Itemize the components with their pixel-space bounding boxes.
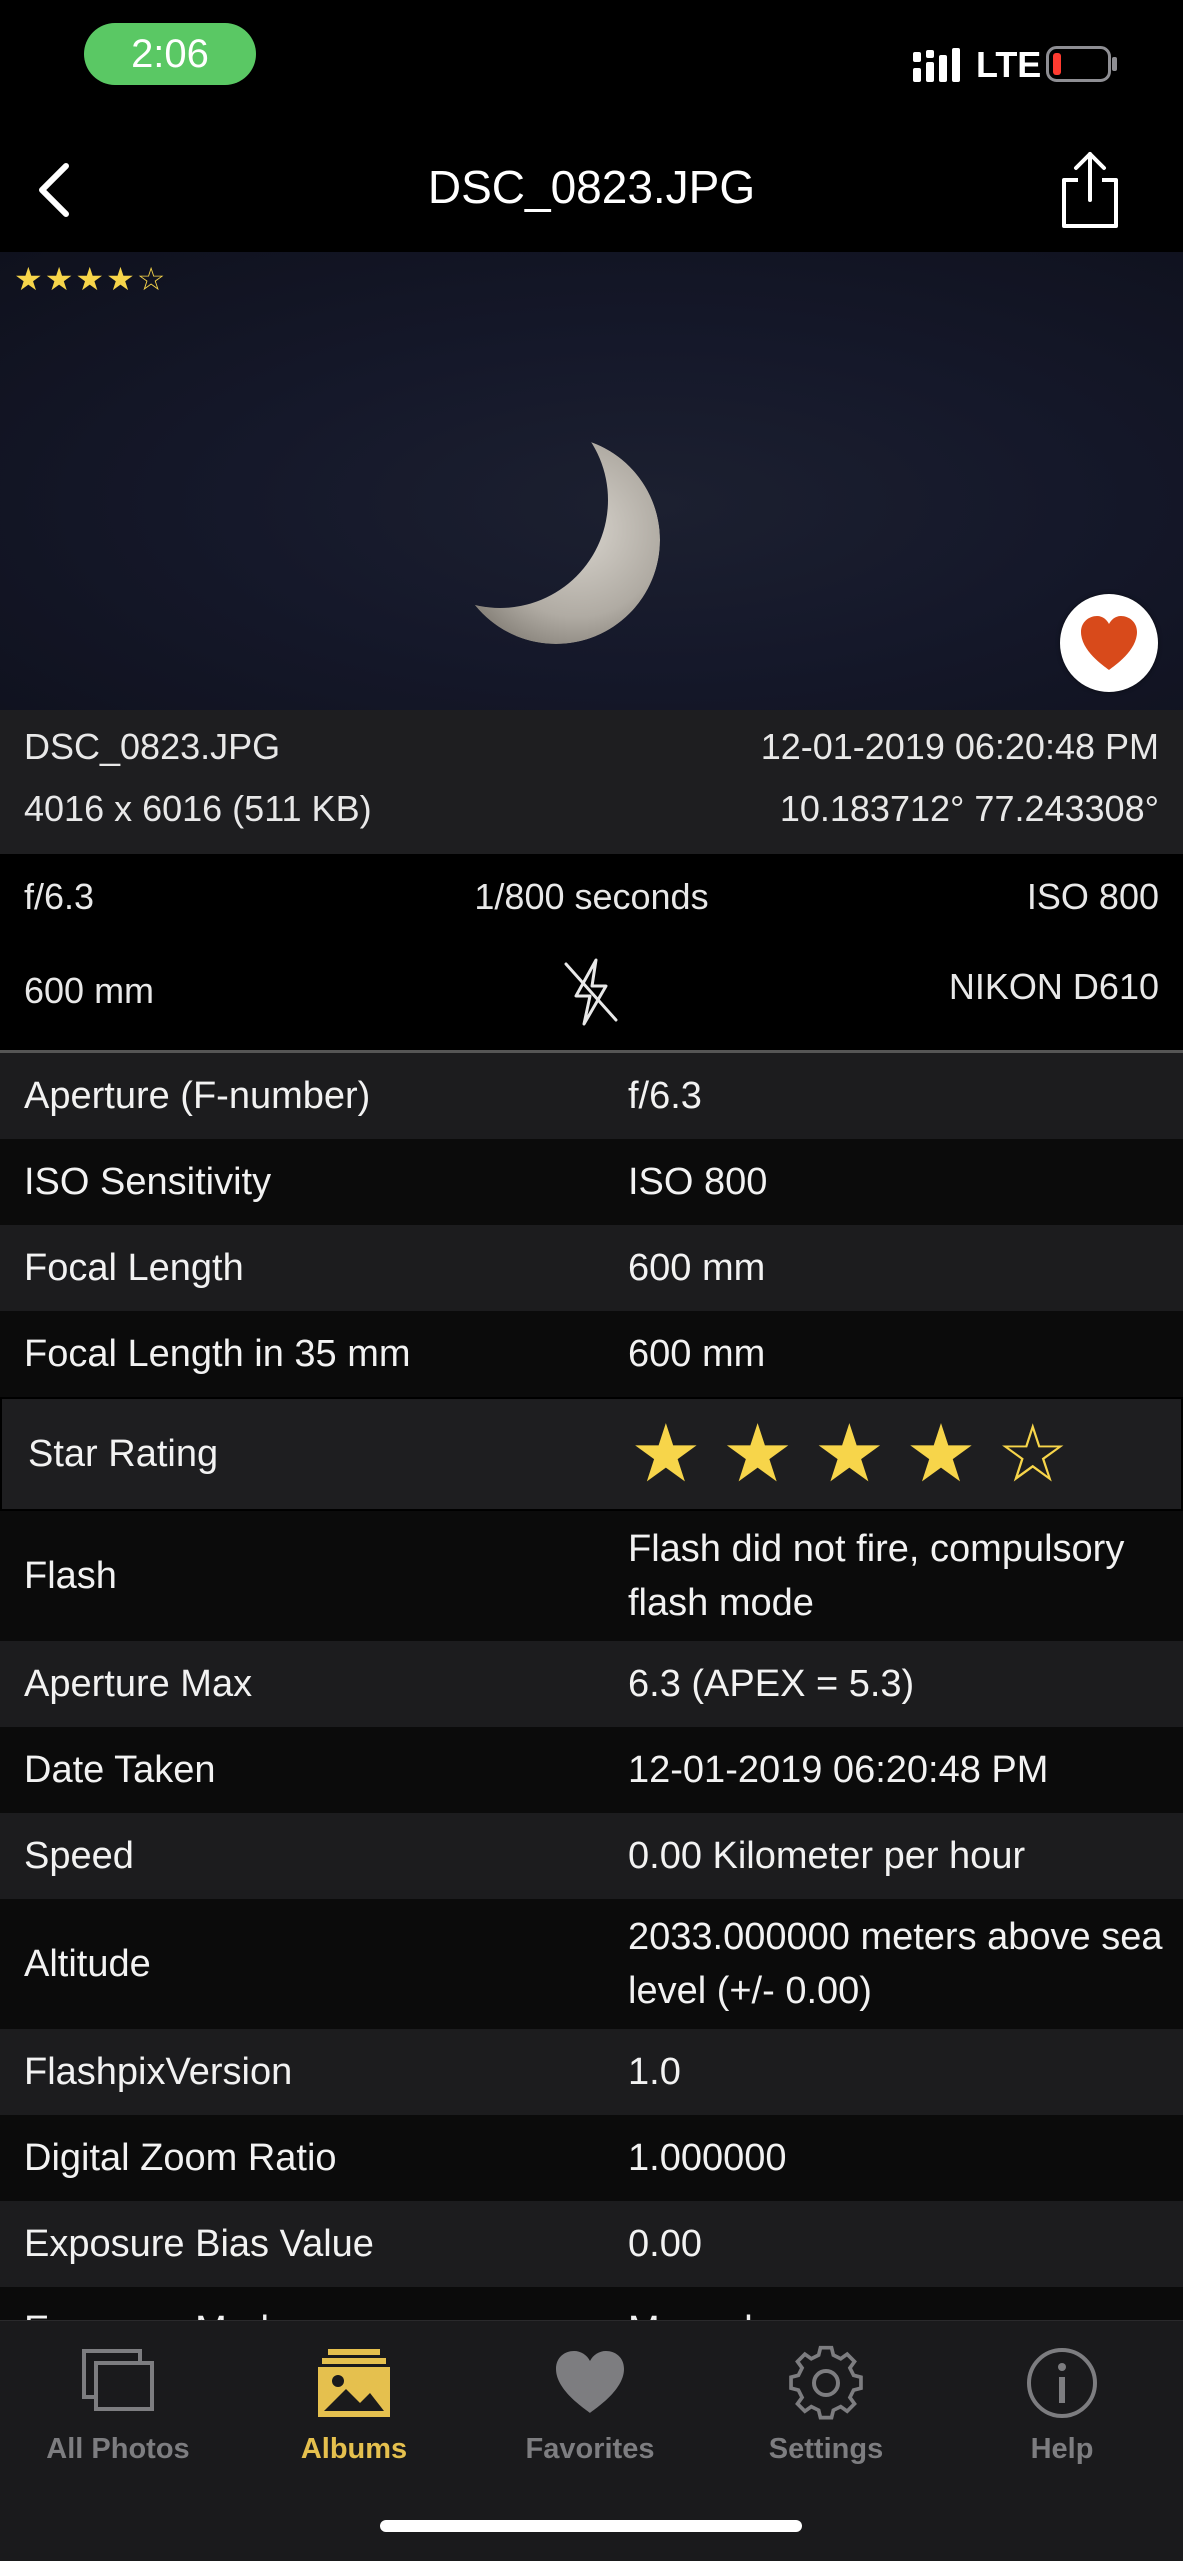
favorite-button[interactable] bbox=[1060, 594, 1158, 692]
detail-label: Digital Zoom Ratio bbox=[24, 2136, 337, 2179]
star-rating-control[interactable]: ★ ★ ★ ★ ☆ bbox=[630, 1399, 1161, 1509]
detail-label: Exposure Bias Value bbox=[24, 2222, 374, 2265]
file-info: DSC_0823.JPG 12-01-2019 06:20:48 PM 4016… bbox=[0, 710, 1183, 854]
tab-all-photos[interactable]: All Photos bbox=[0, 2321, 236, 2481]
star-filled-icon[interactable]: ★ bbox=[722, 1414, 794, 1494]
detail-value: 0.00 bbox=[628, 2223, 702, 2265]
detail-label: Date Taken bbox=[24, 1748, 216, 1791]
quick-iso: ISO 800 bbox=[1026, 876, 1159, 917]
detail-label: Star Rating bbox=[28, 1432, 219, 1475]
detail-label: Aperture Max bbox=[24, 1662, 253, 1705]
tab-albums[interactable]: Albums bbox=[236, 2321, 472, 2481]
quick-exif: f/6.3 1/800 seconds ISO 800 600 mm NIKON… bbox=[0, 854, 1183, 1053]
detail-label: Flash bbox=[24, 1554, 117, 1597]
quick-shutter: 1/800 seconds bbox=[474, 876, 709, 917]
flash-off-icon bbox=[564, 958, 618, 1026]
detail-row-star-rating: Star Rating ★ ★ ★ ★ ☆ bbox=[0, 1397, 1183, 1511]
star-filled-icon[interactable]: ★ bbox=[905, 1414, 977, 1494]
quick-camera-model: NIKON D610 bbox=[948, 966, 1159, 1007]
detail-label: FlashpixVersion bbox=[24, 2050, 293, 2093]
photos-icon bbox=[82, 2349, 154, 2411]
photo-star-rating: ★★★★☆ bbox=[14, 261, 168, 297]
detail-value: 600 mm bbox=[628, 1247, 766, 1289]
tab-label: Albums bbox=[300, 2433, 408, 2465]
detail-row-aperture: Aperture (F-number) f/6.3 bbox=[0, 1053, 1183, 1139]
detail-value: 1.0 bbox=[628, 2051, 681, 2093]
detail-value: ISO 800 bbox=[628, 1161, 768, 1203]
detail-row-flashpix-version: FlashpixVersion 1.0 bbox=[0, 2029, 1183, 2115]
albums-icon bbox=[318, 2349, 390, 2417]
tab-label: Settings bbox=[768, 2433, 884, 2465]
detail-label: Speed bbox=[24, 1834, 134, 1877]
moon-image bbox=[452, 436, 660, 644]
file-dimensions: 4016 x 6016 (511 KB) bbox=[24, 788, 372, 829]
file-datetime: 12-01-2019 06:20:48 PM bbox=[760, 726, 1159, 767]
detail-value: 0.00 Kilometer per hour bbox=[628, 1835, 1026, 1877]
detail-value: 6.3 (APEX = 5.3) bbox=[628, 1663, 915, 1705]
detail-row-aperture-max: Aperture Max 6.3 (APEX = 5.3) bbox=[0, 1641, 1183, 1727]
page-title: DSC_0823.JPG bbox=[427, 161, 756, 213]
detail-row-speed: Speed 0.00 Kilometer per hour bbox=[0, 1813, 1183, 1899]
detail-row-focal-length-35mm: Focal Length in 35 mm 600 mm bbox=[0, 1311, 1183, 1397]
signal-icon bbox=[913, 48, 960, 82]
detail-row-digital-zoom: Digital Zoom Ratio 1.000000 bbox=[0, 2115, 1183, 2201]
detail-row-exposure-bias: Exposure Bias Value 0.00 bbox=[0, 2201, 1183, 2287]
star-empty-icon[interactable]: ☆ bbox=[997, 1414, 1069, 1494]
detail-value: 1.000000 bbox=[628, 2137, 787, 2179]
detail-label: ISO Sensitivity bbox=[24, 1160, 272, 1203]
detail-value: 2033.000000 meters above sea level (+/- … bbox=[628, 1916, 1163, 2012]
network-type: LTE bbox=[976, 44, 1042, 85]
back-chevron-icon[interactable] bbox=[30, 160, 80, 220]
tab-settings[interactable]: Settings bbox=[708, 2321, 944, 2481]
detail-row-focal-length: Focal Length 600 mm bbox=[0, 1225, 1183, 1311]
exif-details-list: Aperture (F-number) f/6.3 ISO Sensitivit… bbox=[0, 1053, 1183, 2373]
status-time: 2:06 bbox=[84, 23, 256, 85]
star-filled-icon[interactable]: ★ bbox=[813, 1414, 885, 1494]
share-icon[interactable] bbox=[1056, 150, 1124, 230]
detail-value: 600 mm bbox=[628, 1333, 766, 1375]
tab-favorites[interactable]: Favorites bbox=[472, 2321, 708, 2481]
detail-row-flash: Flash Flash did not fire, compulsory fla… bbox=[0, 1511, 1183, 1641]
tab-label: All Photos bbox=[46, 2433, 190, 2465]
tab-label: Favorites bbox=[525, 2433, 655, 2465]
quick-focal-length: 600 mm bbox=[24, 970, 155, 1011]
detail-row-date-taken: Date Taken 12-01-2019 06:20:48 PM bbox=[0, 1727, 1183, 1813]
gear-icon bbox=[789, 2345, 863, 2420]
photo-preview[interactable]: ★★★★☆ bbox=[0, 252, 1183, 710]
file-name: DSC_0823.JPG bbox=[24, 726, 281, 767]
detail-row-altitude: Altitude 2033.000000 meters above sea le… bbox=[0, 1899, 1183, 2029]
detail-value: Flash did not fire, compulsory flash mod… bbox=[628, 1528, 1125, 1624]
detail-label: Altitude bbox=[24, 1942, 151, 1985]
star-filled-icon[interactable]: ★ bbox=[630, 1414, 702, 1494]
tab-label: Help bbox=[1030, 2433, 1094, 2465]
detail-value: 12-01-2019 06:20:48 PM bbox=[628, 1749, 1049, 1791]
detail-label: Aperture (F-number) bbox=[24, 1074, 371, 1117]
status-bar: 2:06 LTE bbox=[0, 0, 1183, 120]
heart-icon bbox=[556, 2351, 624, 2413]
detail-value: f/6.3 bbox=[628, 1075, 702, 1117]
heart-icon bbox=[1081, 616, 1137, 670]
detail-label: Focal Length in 35 mm bbox=[24, 1332, 411, 1375]
gps-coordinates: 10.183712° 77.243308° bbox=[779, 788, 1159, 829]
detail-label: Focal Length bbox=[24, 1246, 244, 1289]
info-icon bbox=[1027, 2348, 1097, 2418]
home-indicator[interactable] bbox=[380, 2520, 802, 2532]
nav-bar: DSC_0823.JPG bbox=[0, 120, 1183, 252]
battery-icon bbox=[1046, 46, 1117, 82]
detail-row-iso: ISO Sensitivity ISO 800 bbox=[0, 1139, 1183, 1225]
tab-help[interactable]: Help bbox=[944, 2321, 1180, 2481]
